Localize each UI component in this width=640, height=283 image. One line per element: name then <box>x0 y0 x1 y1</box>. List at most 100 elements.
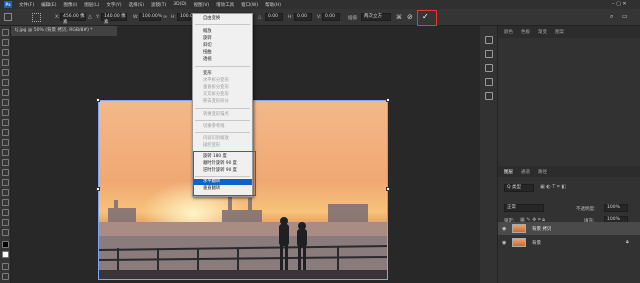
lock-icon: 🔒︎ <box>626 239 629 245</box>
paragraph-panel-icon[interactable] <box>485 92 493 100</box>
move-tool-icon[interactable] <box>2 29 9 36</box>
history-panel-icon[interactable] <box>485 36 493 44</box>
hand-tool-icon[interactable] <box>2 219 9 226</box>
y-input[interactable]: 140.00 像素 <box>101 13 127 25</box>
opacity-label: 不透明度: <box>576 207 596 212</box>
h-label: H: <box>171 15 176 20</box>
menu-item-content-aware-scale: 内容识别缩放 <box>203 136 229 141</box>
hskew-input[interactable]: 0.00 <box>294 13 312 21</box>
interpolation-select[interactable]: 两次立方 <box>361 13 391 21</box>
menu-window[interactable]: 窗口(W) <box>241 2 258 8</box>
menu-item-warp[interactable]: 变形 <box>193 71 252 77</box>
transform-handle-right[interactable] <box>386 187 390 191</box>
shape-tool-icon[interactable] <box>2 209 9 216</box>
link-icon[interactable]: ∞ <box>163 14 167 20</box>
visibility-eye-icon[interactable]: ◉ <box>502 226 506 232</box>
menu-separator <box>195 132 250 133</box>
menu-separator <box>195 120 250 121</box>
delta-icon[interactable]: △ <box>88 14 92 20</box>
workspace-icon[interactable]: ▭ <box>622 13 628 20</box>
warp-mode-icon[interactable]: ⌘ <box>396 14 402 21</box>
menu-item-free-transform[interactable]: 自由变换 <box>193 16 252 22</box>
quick-select-tool-icon[interactable] <box>2 59 9 66</box>
search-icon[interactable]: ⌕ <box>610 13 613 21</box>
w-input[interactable]: 100.00% <box>139 13 162 21</box>
visibility-eye-icon[interactable]: ◉ <box>502 240 506 246</box>
tab-paths[interactable]: 路径 <box>538 169 547 175</box>
menu-type[interactable]: 文字(Y) <box>106 2 121 8</box>
transform-handle-top-left[interactable] <box>96 98 100 102</box>
dodge-tool-icon[interactable] <box>2 169 9 176</box>
menu-separator <box>195 66 250 67</box>
marquee-tool-icon[interactable] <box>2 39 9 46</box>
menu-separator <box>195 108 250 109</box>
h-input[interactable]: 100.00% <box>177 13 200 21</box>
tab-layers[interactable]: 图层 <box>504 169 513 175</box>
hskew-label: H: <box>288 15 293 20</box>
brush-tool-icon[interactable] <box>2 109 9 116</box>
path-select-tool-icon[interactable] <box>2 199 9 206</box>
tab-color[interactable]: 颜色 <box>504 29 513 35</box>
window-controls[interactable]: – ▢ ✕ <box>612 1 627 7</box>
eyedropper-tool-icon[interactable] <box>2 89 9 96</box>
zoom-tool-icon[interactable] <box>2 229 9 236</box>
blur-tool-icon[interactable] <box>2 159 9 166</box>
transform-handle-top-right[interactable] <box>386 98 390 102</box>
pen-tool-icon[interactable] <box>2 179 9 186</box>
adjustments-panel-icon[interactable] <box>485 78 493 86</box>
type-tool-icon[interactable] <box>2 189 9 196</box>
menu-item-scale[interactable]: 缩放 <box>193 29 252 35</box>
menu-image[interactable]: 图像(I) <box>63 2 77 8</box>
history-brush-tool-icon[interactable] <box>2 129 9 136</box>
menu-filter[interactable]: 滤镜(T) <box>151 2 166 8</box>
stamp-tool-icon[interactable] <box>2 119 9 126</box>
document-tab[interactable]: tj.jpg @ 50% (背景 拷贝, RGB/8#) * <box>11 26 117 36</box>
tab-gradients[interactable]: 渐变 <box>538 29 547 35</box>
menu-file[interactable]: 文件(F) <box>19 2 34 8</box>
menu-help[interactable]: 帮助(H) <box>265 2 281 8</box>
tab-channels[interactable]: 通道 <box>521 169 530 175</box>
menu-edit[interactable]: 编辑(E) <box>41 2 56 8</box>
screen-mode-icon[interactable] <box>2 273 9 280</box>
layer-thumbnail <box>512 238 526 247</box>
healing-tool-icon[interactable] <box>2 99 9 106</box>
menu-item-perspective[interactable]: 透视 <box>193 57 252 63</box>
menu-layer[interactable]: 图层(L) <box>84 2 99 8</box>
tools-panel <box>0 26 11 283</box>
menu-view[interactable]: 视图(V) <box>194 2 210 8</box>
background-color-icon[interactable] <box>2 251 9 258</box>
eraser-tool-icon[interactable] <box>2 139 9 146</box>
frame-tool-icon[interactable] <box>2 79 9 86</box>
comment-panel-icon[interactable] <box>485 50 493 58</box>
layer-filter-icons[interactable]: ▣ ◐ T ⌗ ◧ <box>540 184 566 190</box>
reference-point-icon[interactable] <box>32 13 41 22</box>
commit-highlight-box <box>417 10 437 26</box>
foreground-color-icon[interactable] <box>2 241 9 248</box>
layer-kind-filter[interactable]: Q 类型 <box>504 184 534 192</box>
menu-3d[interactable]: 3D(D) <box>173 2 186 7</box>
tab-patterns[interactable]: 图案 <box>555 29 564 35</box>
transform-handle-left[interactable] <box>96 187 100 191</box>
lasso-tool-icon[interactable] <box>2 49 9 56</box>
vskew-input[interactable]: 0.00 <box>322 13 340 21</box>
y-label: Y: <box>96 15 100 20</box>
crop-tool-icon[interactable] <box>2 69 9 76</box>
tab-swatches[interactable]: 色板 <box>521 29 530 35</box>
interpolation-label: 插值 <box>348 16 357 21</box>
layer-row[interactable]: ◉ 背景 🔒︎ <box>498 236 640 249</box>
layer-row[interactable]: ◉ 背景 拷贝 <box>498 222 640 235</box>
angle-input[interactable]: 0.00 <box>265 13 283 21</box>
quick-mask-icon[interactable] <box>2 263 9 270</box>
gradient-tool-icon[interactable] <box>2 149 9 156</box>
properties-panel-icon[interactable] <box>485 64 493 72</box>
menu-select[interactable]: 选择(S) <box>129 2 144 8</box>
menu-item-rotate[interactable]: 旋转 <box>193 36 252 42</box>
opacity-input[interactable]: 100% <box>604 204 628 212</box>
angle-label: △ <box>258 15 262 20</box>
menu-plugins[interactable]: 增效工具 <box>216 2 234 8</box>
cancel-transform-icon[interactable]: ⊘ <box>407 13 413 21</box>
menu-item-distort[interactable]: 扭曲 <box>193 50 252 56</box>
x-input[interactable]: 456.00 像素 <box>60 13 86 25</box>
menu-item-skew[interactable]: 斜切 <box>193 43 252 49</box>
blend-mode-select[interactable]: 正常 <box>504 204 544 212</box>
